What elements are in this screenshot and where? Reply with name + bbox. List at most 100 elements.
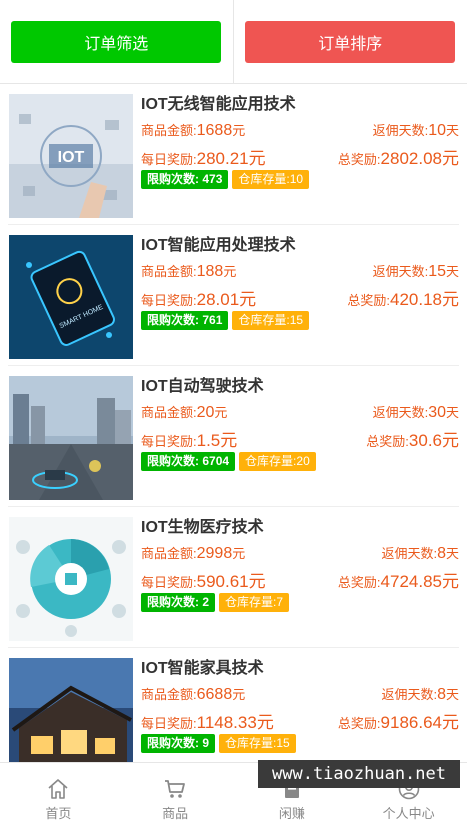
total-label: 总奖励: <box>366 434 409 449</box>
price-unit: 元 <box>214 405 228 420</box>
product-info: IOT智能家具技术 商品金额:6688元 返佣天数:8天 每日奖励:1148.3… <box>141 656 459 753</box>
days-value: 30 <box>428 404 446 421</box>
tab-home[interactable]: 首页 <box>0 763 117 822</box>
total-label: 总奖励: <box>337 716 381 731</box>
limit-label: 限购次数: <box>147 454 199 468</box>
stock-label: 仓库存量: <box>225 595 277 609</box>
product-info: IOT无线智能应用技术 商品金额:1688元 返佣天数:10天 每日奖励:280… <box>141 92 459 189</box>
stock-label: 仓库存量: <box>225 736 277 750</box>
limit-value: 2 <box>202 595 210 609</box>
days-group: 返佣天数:10天 <box>373 120 459 140</box>
days-group: 返佣天数:15天 <box>373 261 459 281</box>
stock-badge: 仓库存量:15 <box>232 311 310 330</box>
days-label: 返佣天数: <box>372 123 429 138</box>
stock-label: 仓库存量: <box>238 172 290 186</box>
limit-label: 限购次数: <box>147 172 199 186</box>
product-info: IOT自动驾驶技术 商品金额:20元 返佣天数:30天 每日奖励:1.5元 总奖… <box>141 374 459 471</box>
days-value: 15 <box>428 263 446 280</box>
price-unit: 元 <box>232 123 246 138</box>
price-row: 商品金额:6688元 返佣天数:8天 <box>141 684 459 706</box>
price-value: 1688 <box>196 122 233 139</box>
total-label: 总奖励: <box>337 152 381 167</box>
days-unit: 天 <box>445 123 459 138</box>
daily-value: 590.61元 <box>196 572 266 591</box>
days-label: 返佣天数: <box>372 405 429 420</box>
total-group: 总奖励:9186.64元 <box>338 708 459 733</box>
limit-label: 限购次数: <box>147 595 199 609</box>
daily-label: 每日奖励: <box>141 575 197 590</box>
total-group: 总奖励:30.6元 <box>366 426 459 451</box>
reward-row: 每日奖励:1.5元 总奖励:30.6元 <box>141 426 459 451</box>
stock-value: 15 <box>276 736 290 750</box>
total-value: 2802.08元 <box>380 149 459 168</box>
product-item[interactable]: IOT IOT无线智能应用技术 商品金额:1688元 返佣天数:10天 每日奖励… <box>8 84 459 225</box>
limit-badge: 限购次数: 2 <box>141 593 216 612</box>
price-row: 商品金额:2998元 返佣天数:8天 <box>141 543 459 565</box>
price-row: 商品金额:20元 返佣天数:30天 <box>141 402 459 424</box>
days-unit: 天 <box>445 687 459 702</box>
daily-label: 每日奖励: <box>141 434 197 449</box>
product-title: IOT自动驾驶技术 <box>141 378 264 395</box>
stock-value: 20 <box>296 454 310 468</box>
tab-products[interactable]: 商品 <box>117 763 234 822</box>
product-image-self-driving <box>9 376 133 500</box>
days-unit: 天 <box>445 546 459 561</box>
tab-home-label: 首页 <box>45 806 72 821</box>
product-item[interactable]: IOT自动驾驶技术 商品金额:20元 返佣天数:30天 每日奖励:1.5元 总奖… <box>8 366 459 507</box>
price-value: 20 <box>196 404 215 421</box>
price-label: 商品金额: <box>141 264 197 279</box>
limit-badge: 限购次数: 9 <box>141 734 216 753</box>
tag-row: 限购次数: 9 仓库存量:15 <box>141 734 459 753</box>
limit-value: 6704 <box>202 454 230 468</box>
tab-profile-label: 个人中心 <box>382 806 435 821</box>
total-label: 总奖励: <box>337 575 381 590</box>
limit-badge: 限购次数: 761 <box>141 311 229 330</box>
product-title: IOT生物医疗技术 <box>141 519 264 536</box>
days-label: 返佣天数: <box>372 264 429 279</box>
product-list: IOT IOT无线智能应用技术 商品金额:1688元 返佣天数:10天 每日奖励… <box>0 84 467 762</box>
total-value: 30.6元 <box>408 431 459 450</box>
price-label: 商品金额: <box>141 123 197 138</box>
product-item[interactable]: IOT智能家具技术 商品金额:6688元 返佣天数:8天 每日奖励:1148.3… <box>8 648 459 762</box>
limit-badge: 限购次数: 6704 <box>141 452 236 471</box>
stock-badge: 仓库存量:7 <box>219 593 290 612</box>
days-group: 返佣天数:8天 <box>381 684 459 704</box>
price-unit: 元 <box>232 687 246 702</box>
action-bar: 订单筛选 订单排序 <box>0 0 467 84</box>
days-value: 8 <box>437 686 446 703</box>
order-sort-button[interactable]: 订单排序 <box>245 21 456 63</box>
total-value: 420.18元 <box>390 290 459 309</box>
tag-row: 限购次数: 761 仓库存量:15 <box>141 311 459 330</box>
product-item[interactable]: SMART HOME IOT智能应用处理技术 商品金额:188元 返佣天数:15… <box>8 225 459 366</box>
limit-badge: 限购次数: 473 <box>141 170 229 189</box>
product-title: IOT智能应用处理技术 <box>141 237 296 254</box>
total-value: 9186.64元 <box>380 713 459 732</box>
limit-value: 761 <box>202 313 223 327</box>
total-label: 总奖励: <box>347 293 390 308</box>
home-icon <box>48 779 68 799</box>
order-filter-button[interactable]: 订单筛选 <box>11 21 222 63</box>
limit-value: 473 <box>202 172 223 186</box>
price-label: 商品金额: <box>141 687 197 702</box>
days-value: 10 <box>428 122 446 139</box>
tag-row: 限购次数: 2 仓库存量:7 <box>141 593 459 612</box>
daily-value: 1.5元 <box>196 431 238 450</box>
stock-value: 10 <box>289 172 304 186</box>
product-image-bio-medical <box>9 517 133 641</box>
daily-label: 每日奖励: <box>141 293 197 308</box>
price-label: 商品金额: <box>141 546 197 561</box>
total-group: 总奖励:420.18元 <box>347 285 459 310</box>
days-group: 返佣天数:30天 <box>373 402 459 422</box>
stock-value: 7 <box>276 595 284 609</box>
price-value: 188 <box>196 263 224 280</box>
daily-value: 28.01元 <box>196 290 257 309</box>
stock-value: 15 <box>289 313 304 327</box>
days-value: 8 <box>437 545 446 562</box>
watermark: www.tiaozhuan.net <box>258 760 460 788</box>
product-image-iot-wireless: IOT <box>9 94 133 218</box>
daily-value: 280.21元 <box>196 149 266 168</box>
price-row: 商品金额:1688元 返佣天数:10天 <box>141 120 459 142</box>
price-row: 商品金额:188元 返佣天数:15天 <box>141 261 459 283</box>
daily-label: 每日奖励: <box>141 152 197 167</box>
product-item[interactable]: IOT生物医疗技术 商品金额:2998元 返佣天数:8天 每日奖励:590.61… <box>8 507 459 648</box>
